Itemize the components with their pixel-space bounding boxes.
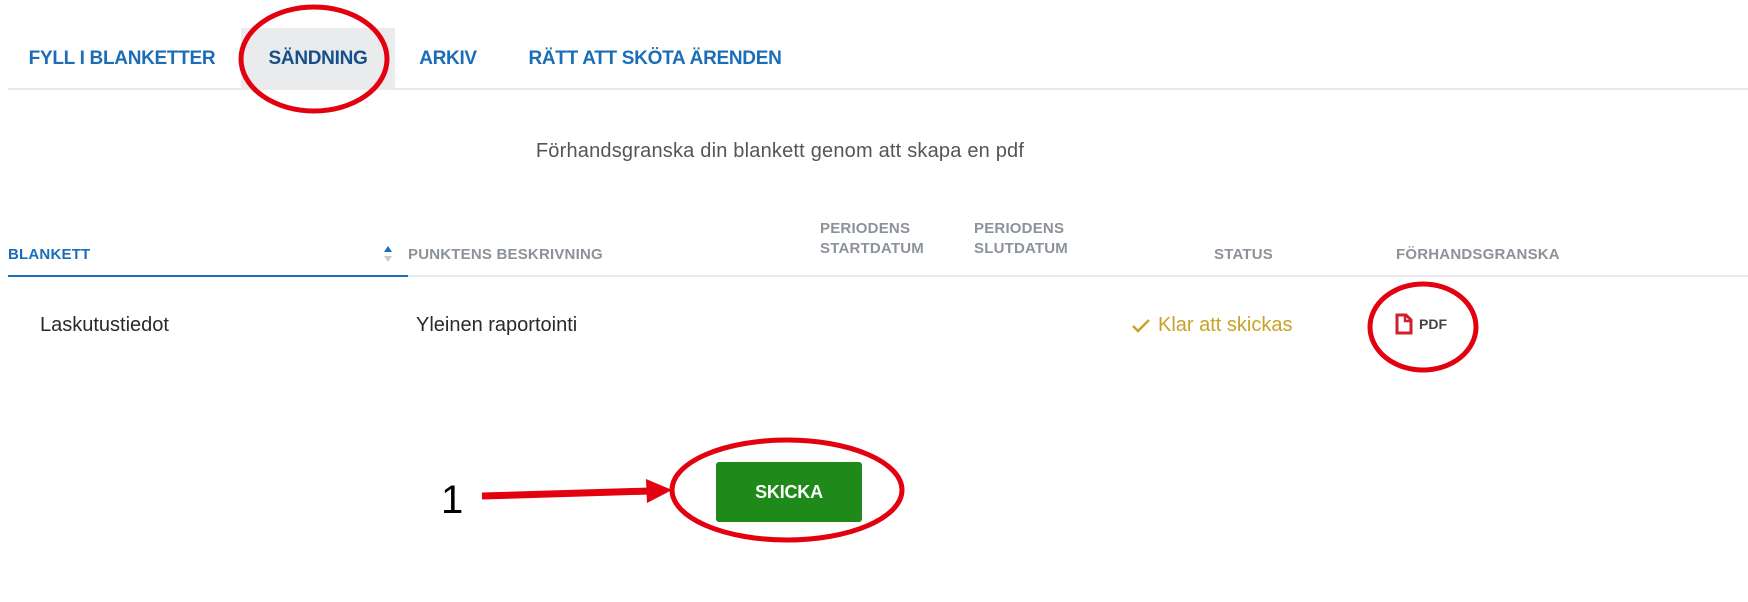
page-subtitle: Förhandsgranska din blankett genom att s… [535,140,1025,162]
callout-number: 1 [441,478,464,522]
tab-sandning[interactable]: SÄNDNING [241,28,395,90]
table-row: Laskutustiedot Yleinen raportointi Klar … [8,300,1748,356]
arrow-head-icon [646,479,672,503]
pdf-label: PDF [1419,316,1447,332]
sort-icon[interactable] [384,245,392,263]
column-header-blankett[interactable]: BLANKETT [8,245,90,265]
table-header: BLANKETT PUNKTENS BESKRIVNING PERIODENS … [8,205,1748,277]
column-header-startdatum-line2: STARTDATUM [820,240,924,257]
arrow-shaft [481,487,651,500]
tab-bar: FYLL I BLANKETTER SÄNDNING ARKIV RÄTT AT… [8,28,1748,90]
column-header-startdatum-line1: PERIODENS [820,220,911,237]
pdf-preview-link[interactable]: PDF [1395,313,1447,335]
status-badge: Klar att skickas [1132,314,1292,337]
page: FYLL I BLANKETTER SÄNDNING ARKIV RÄTT AT… [0,0,1748,602]
pdf-file-icon [1395,313,1413,335]
column-header-slutdatum-line2: SLUTDATUM [974,240,1069,257]
send-button[interactable]: SKICKA [716,462,862,522]
column-header-forhandsgranska[interactable]: FÖRHANDSGRANSKA [1396,245,1560,265]
tab-arkiv[interactable]: ARKIV [408,28,488,90]
cell-beskrivning: Yleinen raportointi [416,314,578,336]
column-header-slutdatum-line1: PERIODENS [974,220,1065,237]
tab-ratt-att-skota-arenden[interactable]: RÄTT ATT SKÖTA ÄRENDEN [520,28,790,90]
status-text: Klar att skickas [1158,314,1293,336]
column-header-startdatum[interactable]: PERIODENS STARTDATUM [820,219,924,259]
active-column-underline [8,275,408,277]
column-header-slutdatum[interactable]: PERIODENS SLUTDATUM [974,219,1068,259]
cell-blankett: Laskutustiedot [40,314,169,336]
column-header-status[interactable]: STATUS [1214,245,1273,265]
tab-fyll-i-blanketter[interactable]: FYLL I BLANKETTER [8,28,236,90]
check-icon [1132,318,1150,333]
column-header-beskrivning[interactable]: PUNKTENS BESKRIVNING [408,245,603,265]
